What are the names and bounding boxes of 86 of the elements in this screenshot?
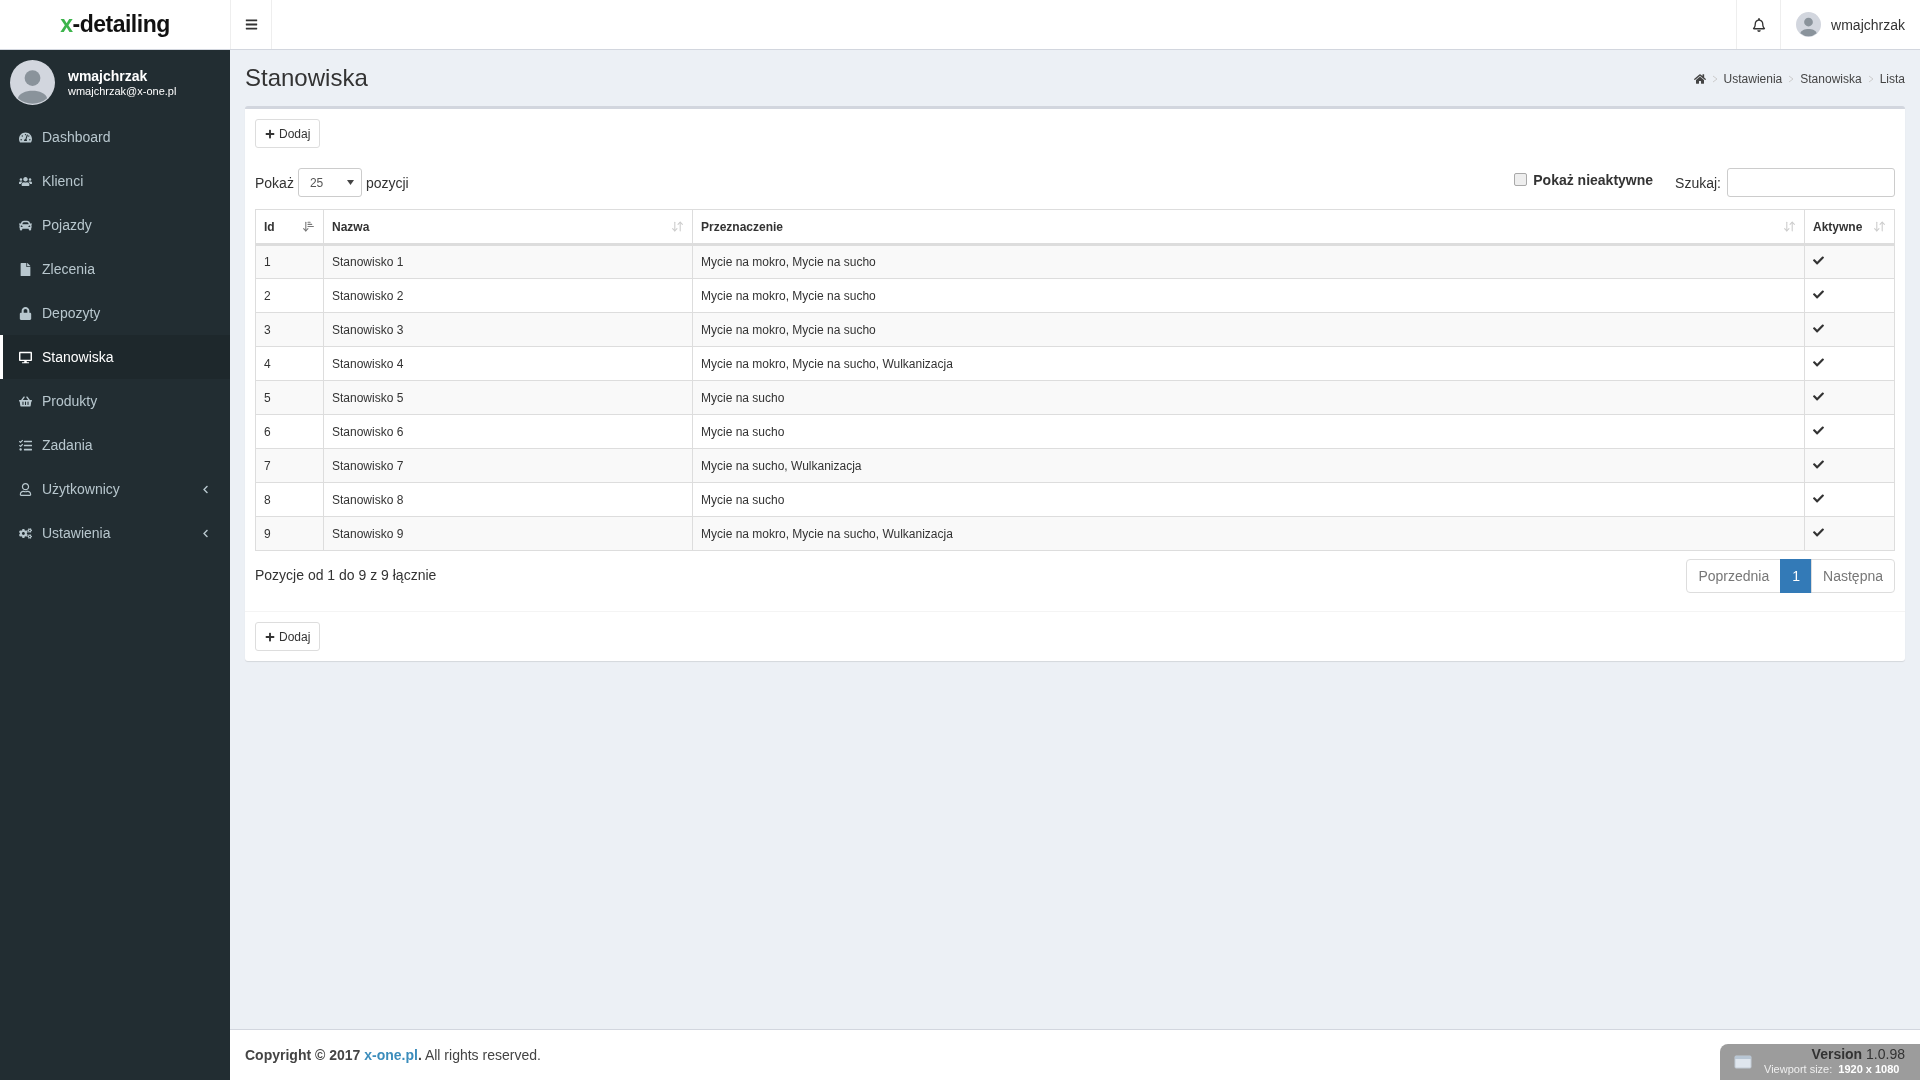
table-info-text: Pozycje od 1 do 9 z 9 łącznie	[255, 567, 437, 583]
table-cell: Mycie na sucho	[692, 482, 1805, 517]
table-cell: Stanowisko 5	[323, 380, 693, 415]
menu-toggle-button[interactable]	[230, 0, 272, 49]
menu-icon	[244, 18, 258, 31]
sidebar-item[interactable]: Dashboard	[0, 115, 230, 159]
table-cell: Mycie na mokro, Mycie na sucho	[692, 312, 1805, 347]
sidebar-item[interactable]: Klienci	[0, 159, 230, 203]
table-cell: 7	[255, 448, 324, 483]
show-label: Pokaż	[255, 174, 294, 191]
show-inactive-label: Pokaż nieaktywne	[1533, 171, 1654, 188]
table-cell: 8	[255, 482, 324, 517]
table-cell: Stanowisko 3	[323, 312, 693, 347]
breadcrumb-link[interactable]: Ustawienia	[1723, 72, 1783, 86]
table-cell: Mycie na sucho	[692, 380, 1805, 415]
table-cell: Mycie na mokro, Mycie na sucho, Wulkanizacja	[692, 516, 1805, 551]
table-cell: Mycie na mokro, Mycie na sucho, Wulkanizacja	[692, 346, 1805, 381]
list-icon	[18, 438, 32, 452]
company-link[interactable]: x-one.pl	[364, 1047, 418, 1063]
table-cell: Stanowisko 9	[323, 516, 693, 551]
avatar-icon	[1796, 12, 1822, 37]
breadcrumb-link[interactable]: Lista	[1879, 72, 1905, 86]
lock-icon	[18, 306, 32, 320]
sidebar-item[interactable]: Ustawienia	[0, 511, 230, 555]
entries-label: pozycji	[365, 174, 409, 191]
table-cell: Stanowisko 8	[323, 482, 693, 517]
bell-icon	[1751, 17, 1766, 32]
chevron-right-icon	[1867, 75, 1874, 83]
chevron-right-icon	[1788, 75, 1795, 83]
table-cell: Mycie na mokro, Mycie na sucho	[692, 278, 1805, 313]
table-cell: Stanowisko 4	[323, 346, 693, 381]
table-cell: Stanowisko 7	[323, 448, 693, 483]
file-icon	[18, 262, 32, 276]
sidebar-item[interactable]: Zlecenia	[0, 247, 230, 291]
home-icon[interactable]	[1693, 73, 1706, 85]
next-page-button[interactable]: Następna	[1811, 559, 1895, 593]
user-icon	[18, 482, 32, 496]
table-cell: Stanowisko 2	[323, 278, 693, 313]
previous-page-button[interactable]: Poprzednia	[1686, 559, 1782, 593]
table-cell: Mycie na sucho, Wulkanizacja	[692, 448, 1805, 483]
user-menu-button[interactable]: wmajchrzak	[1781, 0, 1920, 49]
sidebar-item[interactable]: Depozyty	[0, 291, 230, 335]
add-button[interactable]: Dodaj	[255, 119, 321, 148]
app-logo: x-detailing	[60, 11, 170, 38]
window-icon	[1734, 1055, 1752, 1069]
table-cell: 9	[255, 516, 324, 551]
breadcrumb-link[interactable]: Stanowiska	[1800, 72, 1862, 86]
users-icon	[18, 174, 32, 188]
sidebar-item[interactable]: Produkty	[0, 379, 230, 423]
viewport-size-value: 1920 x 1080	[1838, 1063, 1900, 1075]
page-size-select[interactable]: 25	[297, 168, 362, 197]
table-cell: 2	[255, 278, 324, 313]
page-number-button[interactable]: 1	[1780, 559, 1813, 593]
caret-down-icon	[346, 180, 354, 185]
sidebar-item[interactable]: Stanowiska	[0, 335, 230, 379]
table-cell: 5	[255, 380, 324, 415]
table-cell: 3	[255, 312, 324, 347]
sidebar-item[interactable]: Pojazdy	[0, 203, 230, 247]
table-cell: Stanowisko 6	[323, 414, 693, 449]
notifications-button[interactable]	[1736, 0, 1782, 49]
plus-icon	[265, 631, 275, 642]
table-cell: 6	[255, 414, 324, 449]
copyright-text: Copyright © 2017 x-one.pl. All rights reserved.	[245, 1047, 541, 1063]
basket-icon	[18, 394, 32, 408]
monitor-icon	[18, 350, 32, 364]
table-cell: Stanowisko 1	[323, 244, 693, 279]
viewport-size-label: Viewport size:	[1764, 1063, 1833, 1075]
table-cell: Mycie na mokro, Mycie na sucho	[692, 244, 1805, 279]
user-name: wmajchrzak	[68, 68, 149, 84]
version-text: Version 1.0.98	[1811, 1046, 1905, 1062]
chevron-right-icon	[1711, 75, 1718, 83]
table-cell: Mycie na sucho	[692, 414, 1805, 449]
table-cell: 1	[255, 244, 324, 279]
sidebar-item[interactable]: Użytkownicy	[0, 467, 230, 511]
gears-icon	[18, 526, 32, 540]
search-field[interactable]	[1727, 168, 1895, 197]
sidebar-item[interactable]: Zadania	[0, 423, 230, 467]
page-title: Stanowiska	[245, 65, 368, 91]
gauge-icon	[18, 130, 32, 144]
car-icon	[18, 218, 32, 232]
plus-icon	[265, 128, 275, 139]
user-email: wmajchrzak@x-one.pl	[68, 85, 177, 97]
search-label: Szukaj:	[1675, 174, 1721, 191]
avatar-icon	[10, 60, 55, 105]
table-cell: 4	[255, 346, 324, 381]
add-button[interactable]: Dodaj	[255, 622, 321, 651]
